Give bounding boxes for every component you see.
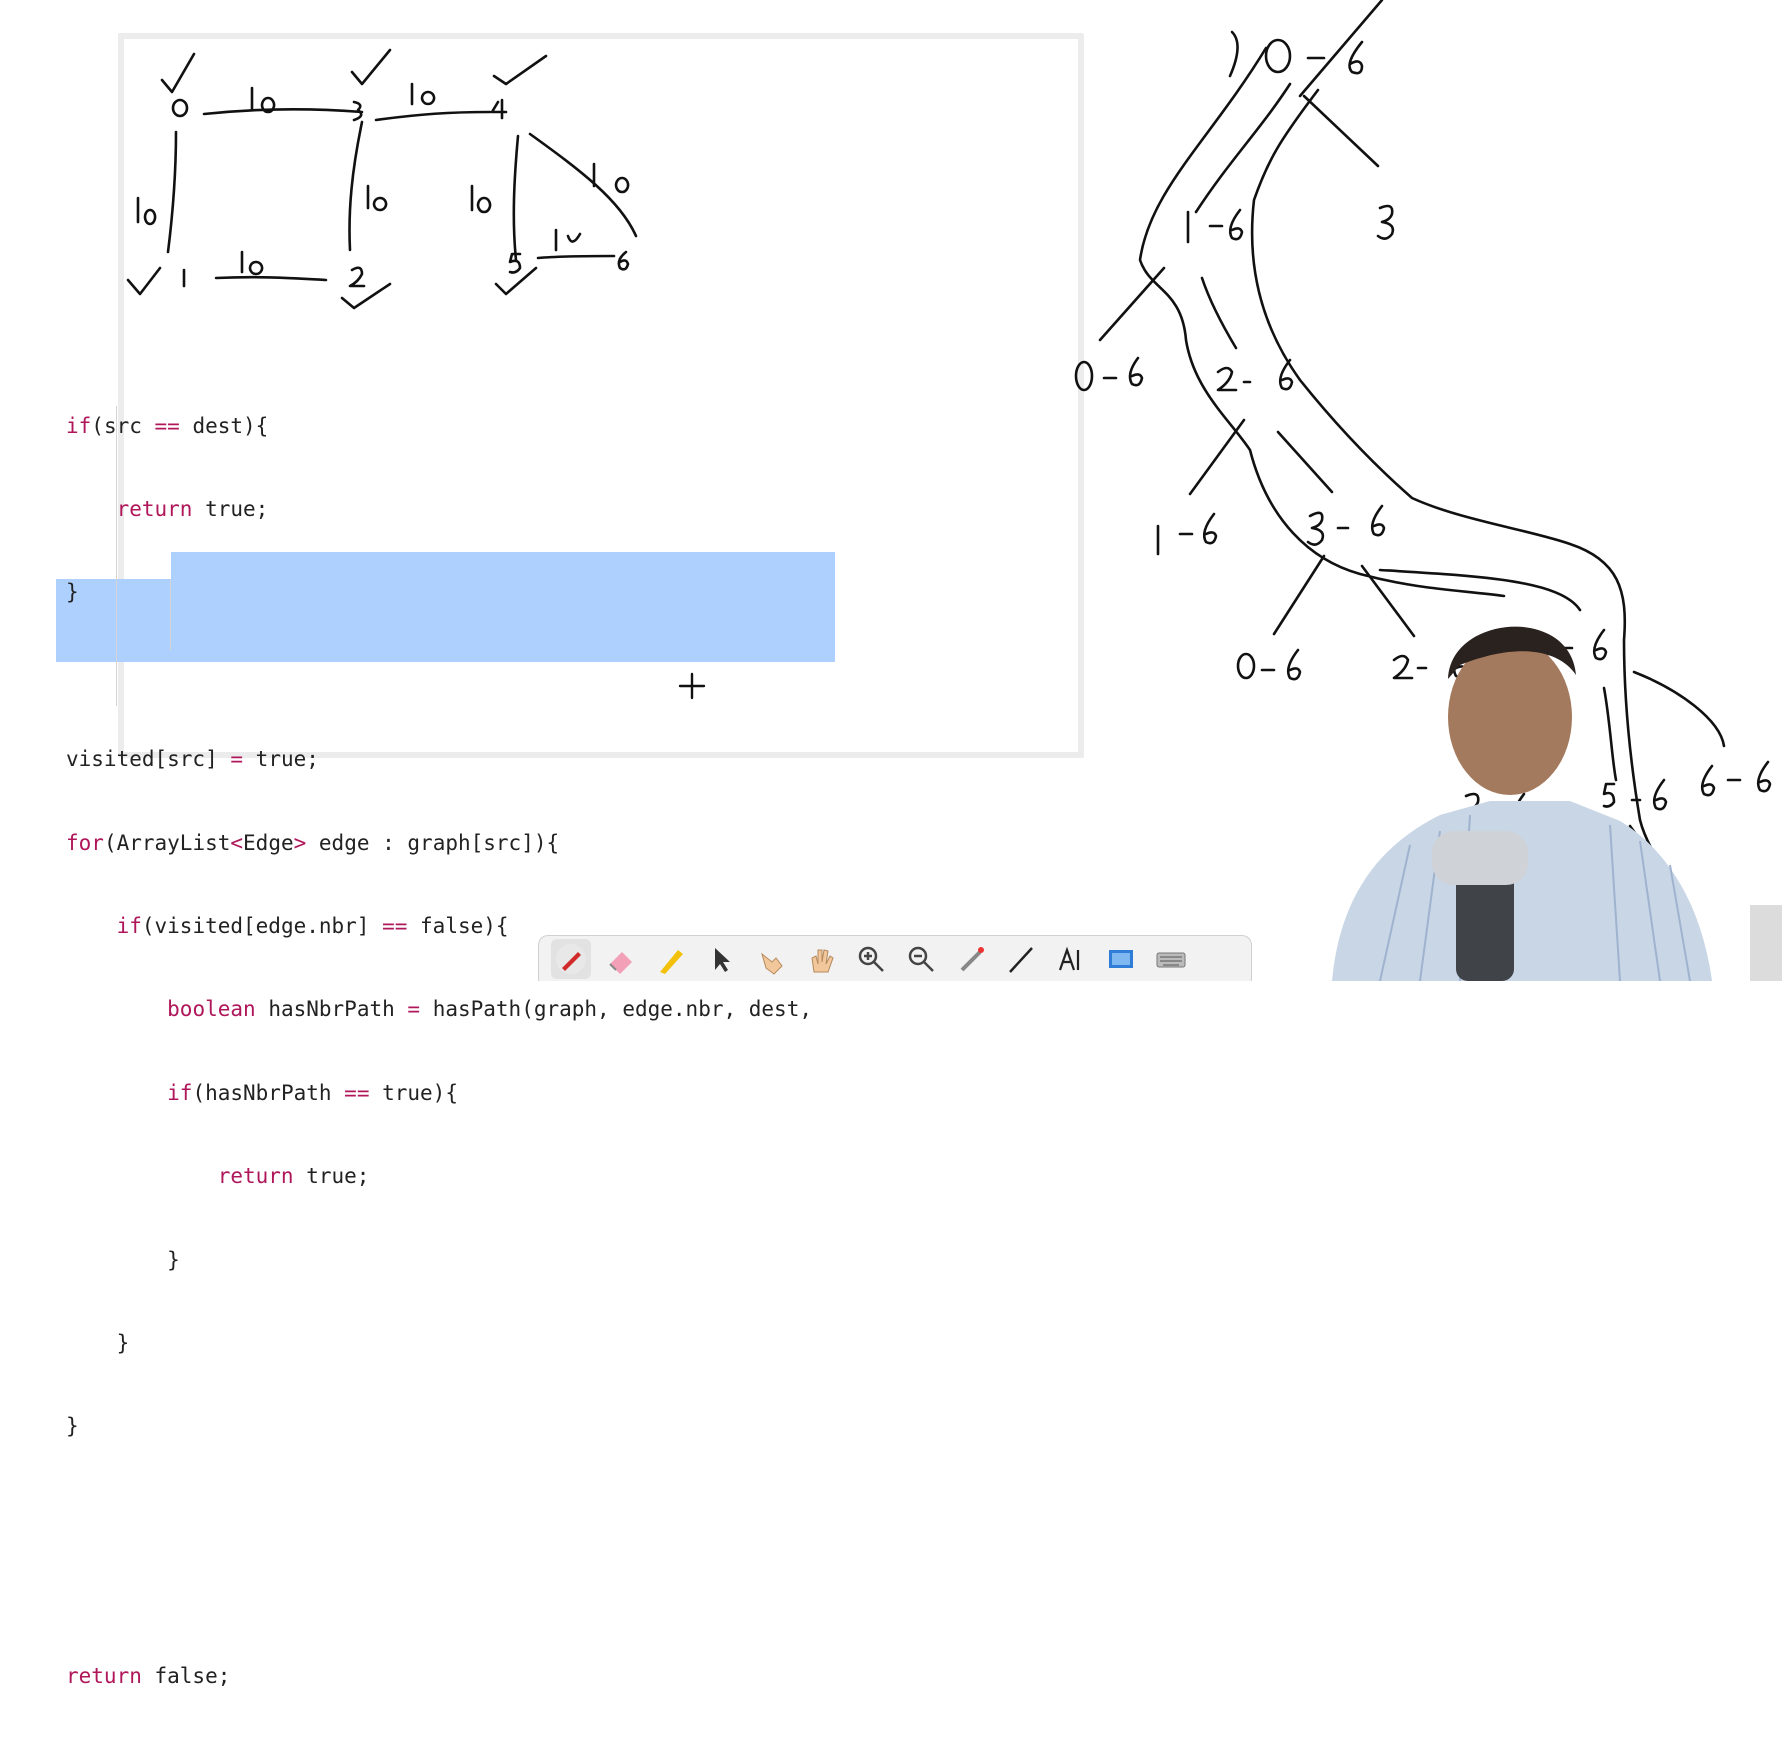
checkmark-icon xyxy=(126,266,162,296)
graph-edge xyxy=(166,130,178,254)
code-line: return false; xyxy=(66,1664,231,1689)
hand-pan-icon xyxy=(811,948,834,972)
code-line: boolean hasNbrPath = hasPath(graph, edge… xyxy=(167,997,812,1022)
eraser-tool-button[interactable] xyxy=(601,939,641,979)
graph-edge xyxy=(512,134,520,262)
code-line: } xyxy=(66,1330,130,1355)
pointer-icon xyxy=(715,947,730,972)
presenter-video xyxy=(1332,626,1782,981)
keyboard-icon xyxy=(1156,952,1186,967)
code-line: return true; xyxy=(217,1164,370,1189)
code-line: if(hasNbrPath == true){ xyxy=(167,1080,458,1105)
hand-point-tool-button[interactable] xyxy=(751,939,791,979)
graph-edge xyxy=(214,275,328,282)
line-icon xyxy=(1009,946,1033,973)
zoom-out-tool-button[interactable] xyxy=(901,939,941,979)
node-2 xyxy=(348,266,366,288)
node-4 xyxy=(490,98,508,120)
pointer-tool-button[interactable] xyxy=(701,939,741,979)
text-tool-button[interactable] xyxy=(1051,939,1091,979)
screen-icon xyxy=(1109,949,1133,968)
laser-icon xyxy=(960,946,984,971)
laser-tool-button[interactable] xyxy=(951,939,991,979)
annotation-toolbar xyxy=(538,935,1252,981)
pen-tool-button[interactable] xyxy=(551,938,591,979)
node-6 xyxy=(617,250,630,271)
keyboard-tool-button[interactable] xyxy=(1151,939,1191,979)
highlighter-icon xyxy=(660,949,683,974)
highlighter-tool-button[interactable] xyxy=(651,939,691,979)
zoom-out-icon xyxy=(908,946,934,972)
checkmark-icon xyxy=(492,54,548,86)
pen-icon xyxy=(556,943,586,974)
code-line: } xyxy=(66,1247,180,1272)
crosshair-cursor-icon xyxy=(678,672,706,700)
screen-tool-button[interactable] xyxy=(1101,939,1141,979)
graph-edge xyxy=(348,120,364,252)
whiteboard-stage[interactable]: if(src == dest){ return true; } visited[… xyxy=(0,0,1782,1688)
node-0 xyxy=(171,98,189,118)
graph-edge xyxy=(202,107,364,116)
checkmark-icon xyxy=(340,282,392,310)
zoom-in-tool-button[interactable] xyxy=(851,939,891,979)
eraser-icon xyxy=(609,951,632,974)
checkmark-icon xyxy=(350,48,392,86)
graph-edge xyxy=(374,110,492,122)
checkmark-icon xyxy=(160,52,196,94)
code-line: } xyxy=(66,1414,79,1439)
zoom-in-icon xyxy=(858,946,884,972)
text-icon xyxy=(1058,946,1080,970)
hand-pan-tool-button[interactable] xyxy=(801,939,841,979)
graph-edge xyxy=(528,132,638,238)
hand-point-icon xyxy=(761,952,783,975)
graph-edge xyxy=(536,254,616,260)
line-tool-button[interactable] xyxy=(1001,939,1041,979)
webcam-overlay xyxy=(1320,595,1782,981)
